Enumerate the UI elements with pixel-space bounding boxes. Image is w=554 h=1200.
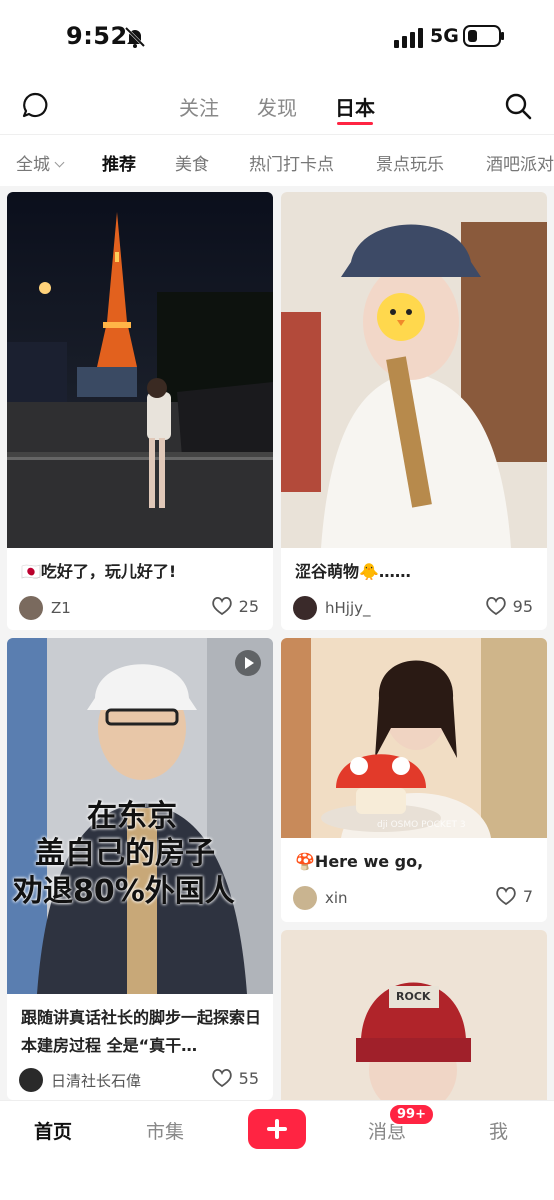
nav-home[interactable]: 首页 — [34, 1117, 72, 1144]
chip-city-filter[interactable]: 全城 — [16, 150, 65, 175]
avatar — [293, 596, 317, 620]
tab-japan[interactable]: 日本 — [335, 92, 375, 121]
network-type: 5G — [430, 25, 459, 47]
like-button[interactable]: 95 — [485, 596, 533, 616]
bottom-nav: 首页 市集 消息 99+ 我 — [0, 1100, 554, 1200]
tab-discover[interactable]: 发现 — [257, 92, 297, 121]
chip-recommended[interactable]: 推荐 — [102, 150, 136, 175]
card-author[interactable]: Z1 — [19, 596, 71, 620]
status-time: 9:52 — [66, 22, 128, 50]
cover-image — [281, 192, 547, 548]
chip-bars[interactable]: 酒吧派对 — [486, 150, 554, 175]
video-play-icon — [235, 650, 261, 676]
like-button[interactable]: 25 — [211, 596, 259, 616]
feed-card[interactable]: ROCK — [281, 930, 547, 1100]
chip-label: 全城 — [16, 155, 50, 175]
watermark: dji OSMO POCKET 3 — [377, 820, 466, 830]
like-button[interactable]: 7 — [495, 886, 533, 906]
chip-sights[interactable]: 景点玩乐 — [376, 150, 444, 175]
nav-me[interactable]: 我 — [489, 1117, 508, 1144]
card-author[interactable]: xin — [293, 886, 348, 910]
card-author[interactable]: hHjjy_ — [293, 596, 371, 620]
cover-caption-line: 在东京 — [87, 799, 177, 834]
heart-icon — [496, 886, 516, 906]
chip-food[interactable]: 美食 — [175, 150, 209, 175]
battery-icon — [463, 25, 504, 47]
card-author[interactable]: 日清社长石偉 — [19, 1068, 141, 1092]
top-nav: 关注 发现 日本 — [0, 72, 554, 134]
feed-card[interactable]: 🇯🇵吃好了，玩儿好了! Z1 25 — [7, 192, 273, 630]
search-icon[interactable] — [504, 92, 532, 120]
cover-image — [281, 930, 547, 1100]
author-name: hHjjy_ — [325, 599, 371, 617]
like-count: 25 — [238, 596, 259, 616]
avatar — [19, 596, 43, 620]
status-bar: 9:52 5G — [0, 0, 554, 72]
cover-image — [7, 192, 273, 548]
like-count: 55 — [238, 1068, 259, 1088]
heart-icon — [211, 596, 232, 616]
heart-icon — [485, 596, 506, 616]
bell-muted-icon — [124, 26, 146, 48]
hat-label: ROCK — [396, 990, 431, 1003]
feed-card[interactable]: dji OSMO POCKET 3 🍄Here we go, xin 7 — [281, 638, 547, 922]
category-chip-bar: 全城 推荐 美食 热门打卡点 景点玩乐 酒吧派对 — [0, 134, 554, 186]
active-tab-indicator — [337, 122, 373, 125]
chip-hot-spots[interactable]: 热门打卡点 — [249, 150, 334, 175]
card-title: 涩谷萌物🐥…… — [295, 562, 411, 581]
author-name: Z1 — [51, 599, 71, 617]
create-post-button[interactable] — [248, 1109, 306, 1149]
cover-caption-line: 盖自己的房子 — [35, 836, 215, 871]
author-name: 日清社长石偉 — [51, 1071, 142, 1090]
card-title: 跟随讲真话社长的脚步一起探索日本建房过程 全是“真干… — [21, 1008, 262, 1055]
feed-card[interactable]: 涩谷萌物🐥…… hHjjy_ 95 — [281, 192, 547, 630]
tab-follow[interactable]: 关注 — [179, 92, 219, 121]
cover-caption-line: 劝退80%外国人 — [13, 874, 235, 909]
avatar — [293, 886, 317, 910]
heart-icon — [211, 1068, 232, 1088]
nav-market[interactable]: 市集 — [146, 1117, 184, 1144]
feed-card[interactable]: 在东京 盖自己的房子 劝退80%外国人 跟随讲真话社长的脚步一起探索日本建房过程… — [7, 638, 273, 1100]
card-title: 🇯🇵吃好了，玩儿好了! — [21, 562, 177, 581]
like-count: 95 — [512, 596, 533, 616]
card-title: 🍄Here we go, — [295, 852, 424, 871]
cover-image — [281, 638, 547, 838]
chat-bubble-icon[interactable] — [22, 92, 48, 118]
like-button[interactable]: 55 — [211, 1068, 259, 1088]
author-name: xin — [325, 889, 348, 907]
messages-badge: 99+ — [388, 1103, 435, 1126]
like-count: 7 — [522, 886, 533, 906]
chevron-down-icon — [54, 157, 65, 168]
avatar — [19, 1068, 43, 1092]
signal-icon — [394, 28, 423, 48]
